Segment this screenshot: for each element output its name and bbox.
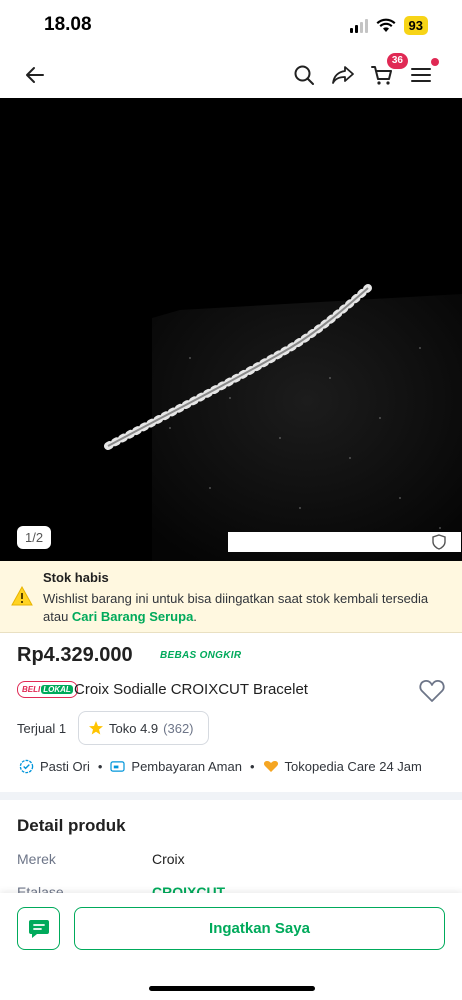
care-icon bbox=[263, 761, 278, 772]
free-shipping-badge: BEBAS ONGKIR bbox=[160, 650, 242, 661]
home-indicator bbox=[149, 986, 315, 991]
badge-beli-text: BELI bbox=[22, 685, 41, 694]
rating-label: Toko 4.9 bbox=[109, 720, 159, 736]
stock-desc-suffix: . bbox=[193, 609, 197, 624]
top-nav: 36 bbox=[0, 52, 462, 98]
detail-label-brand: Merek bbox=[17, 851, 56, 867]
back-button[interactable] bbox=[20, 60, 50, 90]
status-icons: 93 bbox=[349, 16, 428, 35]
menu-button[interactable] bbox=[406, 58, 439, 90]
feature-tokopedia-care-label: Tokopedia Care 24 Jam bbox=[284, 759, 422, 774]
feature-pembayaran-aman-label: Pembayaran Aman bbox=[131, 759, 242, 774]
wishlist-heart-icon[interactable] bbox=[419, 679, 445, 703]
image-counter: 1/2 bbox=[17, 526, 52, 549]
similar-items-link[interactable]: Cari Barang Serupa bbox=[72, 609, 193, 624]
stock-description: Wishlist barang ini untuk bisa diingatka… bbox=[43, 590, 443, 626]
share-icon bbox=[332, 66, 354, 84]
battery-indicator: 93 bbox=[403, 16, 428, 35]
shield-icon bbox=[432, 534, 446, 550]
product-image[interactable]: 1/2 bbox=[0, 98, 462, 561]
remind-me-button[interactable]: Ingatkan Saya bbox=[74, 907, 445, 950]
back-arrow-icon bbox=[26, 67, 44, 83]
product-name: Croix Sodialle CROIXCUT Bracelet bbox=[74, 681, 308, 698]
warning-icon bbox=[11, 586, 33, 606]
feature-pembayaran-aman[interactable]: Pembayaran Aman bbox=[110, 759, 242, 774]
star-icon bbox=[89, 721, 103, 735]
share-button[interactable] bbox=[328, 60, 358, 90]
features-row: Pasti Ori • Pembayaran Aman • Tokopedia … bbox=[19, 759, 422, 774]
beli-lokal-badge: BELI LOKAL bbox=[17, 681, 78, 698]
detail-title: Detail produk bbox=[17, 816, 126, 835]
notification-dot bbox=[431, 58, 439, 66]
detail-value-brand: Croix bbox=[152, 851, 185, 867]
shop-rating-chip[interactable]: Toko 4.9 (362) bbox=[78, 711, 209, 745]
product-price: Rp4.329.000 bbox=[17, 644, 133, 666]
bracelet-photo bbox=[0, 98, 462, 561]
status-bar: 18.08 93 bbox=[0, 0, 462, 52]
separator-dot: • bbox=[249, 759, 255, 774]
rating-count: (362) bbox=[163, 720, 194, 736]
section-divider bbox=[0, 792, 462, 800]
chat-icon bbox=[28, 919, 49, 938]
verified-icon bbox=[19, 759, 34, 774]
image-bar bbox=[228, 532, 461, 552]
cart-button[interactable]: 36 bbox=[367, 52, 409, 90]
search-icon bbox=[294, 65, 314, 85]
secure-payment-icon bbox=[110, 761, 126, 772]
wifi-icon bbox=[376, 18, 396, 32]
stock-banner: Stok habis Wishlist barang ini untuk bis… bbox=[0, 561, 462, 633]
hamburger-menu-icon bbox=[411, 68, 431, 82]
chat-button[interactable] bbox=[17, 907, 60, 950]
feature-pasti-ori-label: Pasti Ori bbox=[40, 759, 90, 774]
sold-count: Terjual 1 bbox=[17, 721, 67, 736]
search-button[interactable] bbox=[289, 60, 319, 90]
feature-pasti-ori[interactable]: Pasti Ori bbox=[19, 759, 90, 774]
signal-icon bbox=[349, 18, 368, 33]
stock-title: Stok habis bbox=[43, 570, 109, 585]
bottom-action-bar: Ingatkan Saya bbox=[0, 893, 462, 1000]
feature-tokopedia-care[interactable]: Tokopedia Care 24 Jam bbox=[263, 759, 422, 774]
status-time: 18.08 bbox=[44, 14, 92, 35]
badge-lokal-text: LOKAL bbox=[41, 685, 73, 694]
separator-dot: • bbox=[97, 759, 103, 774]
